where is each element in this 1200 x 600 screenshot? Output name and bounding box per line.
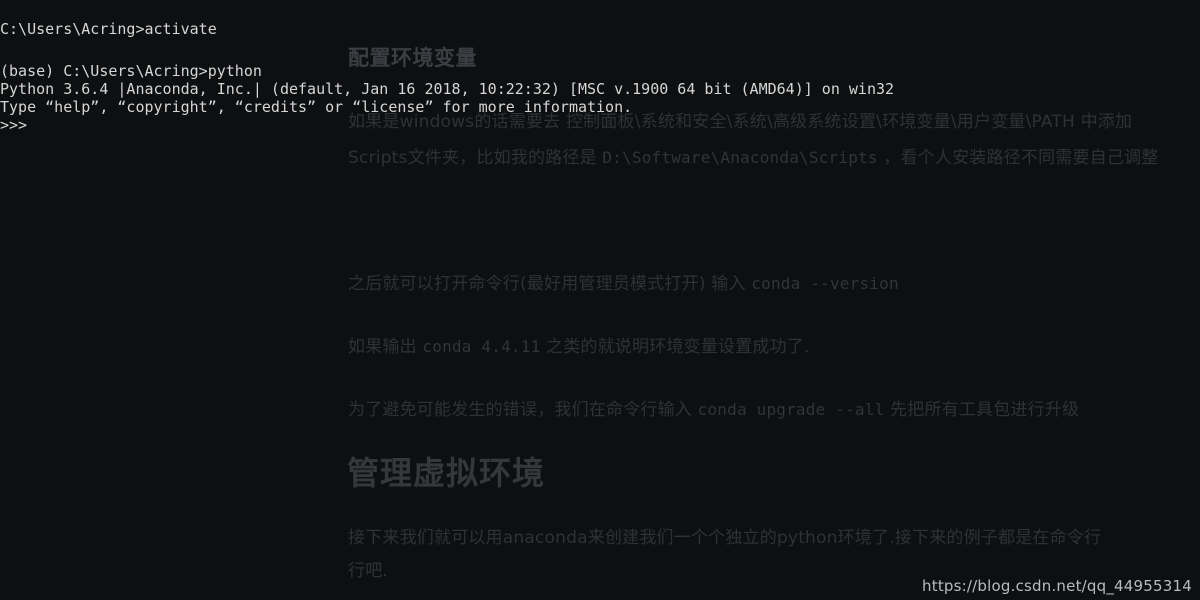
terminal-line-python-command: (base) C:\Users\Acring>python — [0, 62, 262, 80]
terminal-output-layer: C:\Users\Acring>activate (base) C:\Users… — [0, 0, 1200, 600]
csdn-blog-watermark: https://blog.csdn.net/qq_44955314 — [922, 577, 1192, 595]
terminal-line-activate-command: C:\Users\Acring>activate — [0, 20, 217, 38]
terminal-line-prompt: >>> — [0, 116, 28, 134]
terminal-line-python-version-banner: Python 3.6.4 |Anaconda, Inc.| (default, … — [0, 80, 895, 98]
terminal-line-help-banner: Type “help”, “copyright”, “credits” or “… — [0, 98, 633, 116]
